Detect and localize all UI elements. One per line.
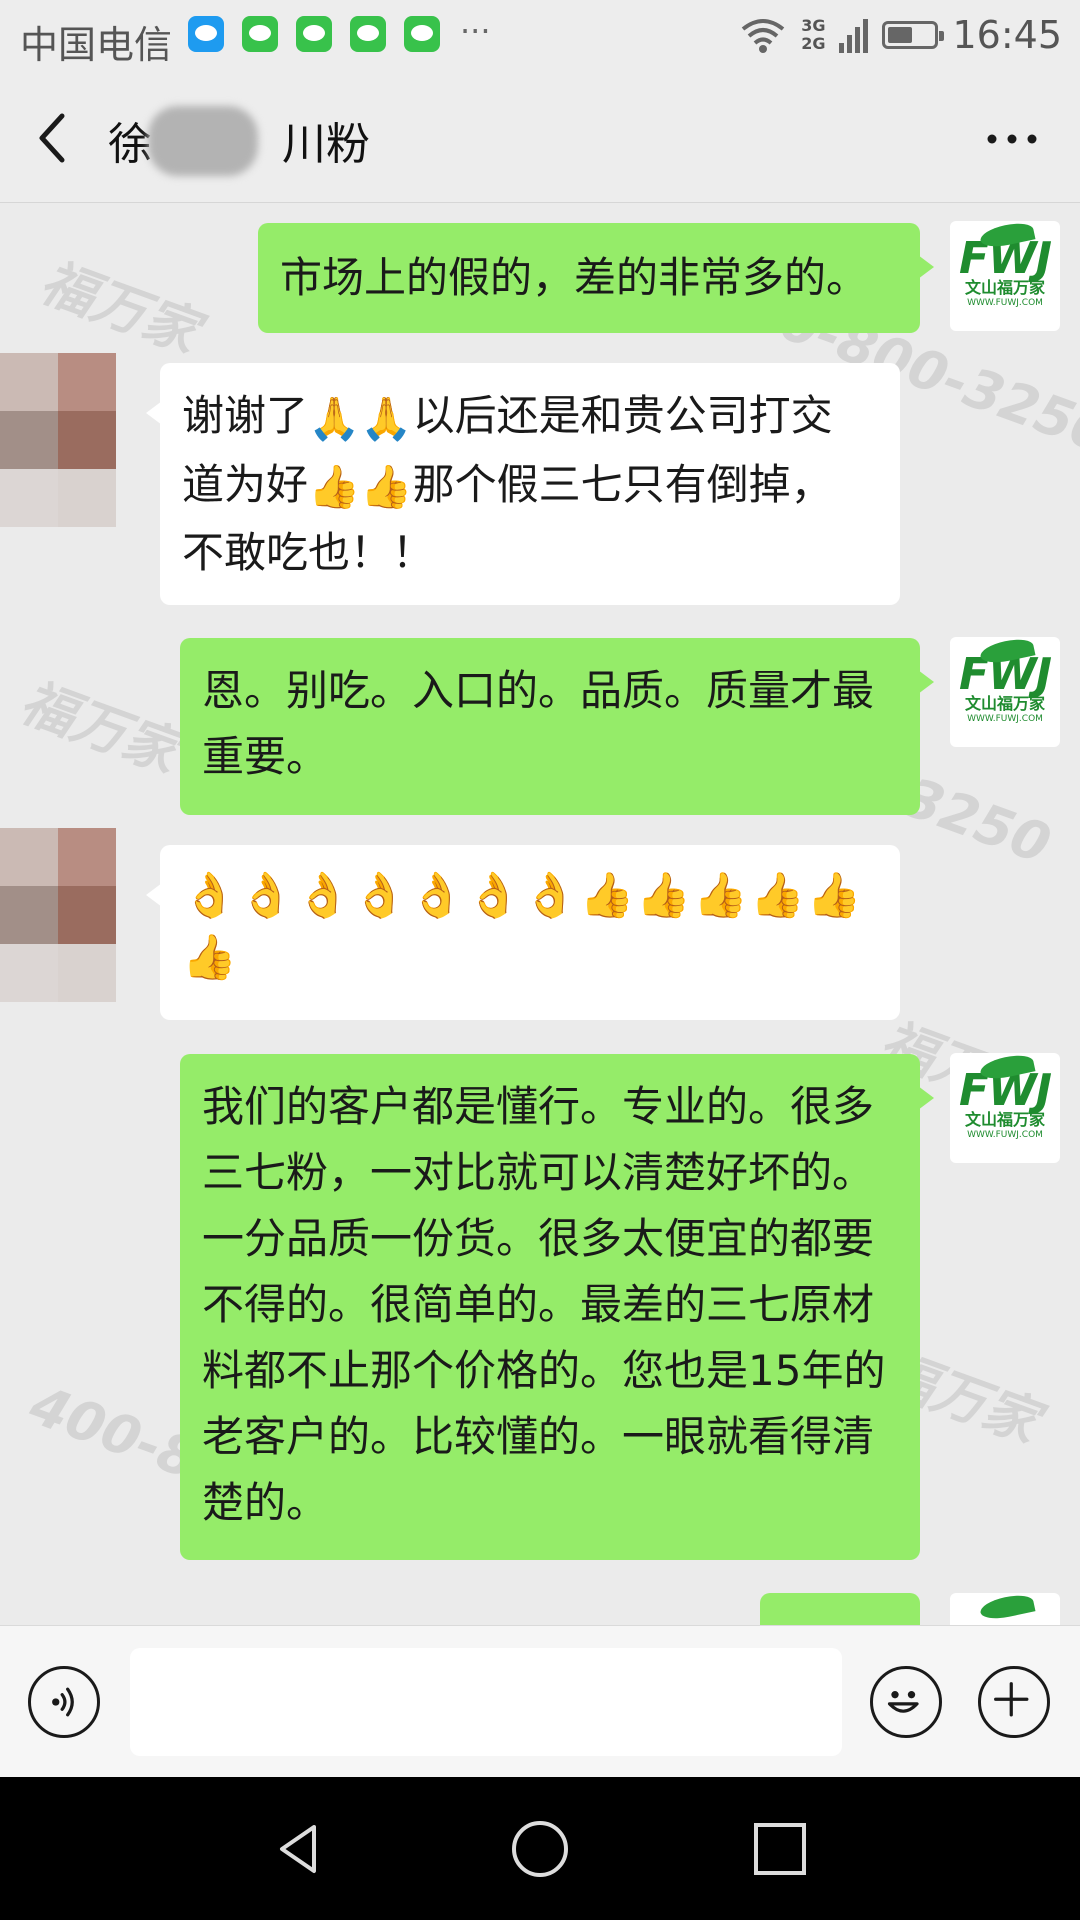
message-bubble-received[interactable]: 👌👌👌👌👌👌👌👍👍👍👍👍👍 xyxy=(146,845,900,1020)
message-text: 市场上的假的，差的非常多的。 xyxy=(280,253,869,302)
thumbs-up-emoji-icon: 👍 xyxy=(636,870,694,921)
thumbs-up-emoji-icon: 👍👍 xyxy=(308,462,413,511)
message-text: 我们的客户都是懂行。专业的。很多三七粉，一对比就可以清楚好坏的。一分品质一份货。… xyxy=(202,1082,886,1527)
my-avatar[interactable]: FWJ 文山福万家 WWW.FUWJ.COM xyxy=(950,219,1060,331)
message-bubble-received[interactable]: 谢谢了🙏🙏以后还是和贵公司打交 道为好👍👍那个假三七只有倒掉， 不敢吃也！！ xyxy=(146,363,900,605)
voice-icon xyxy=(52,1687,74,1717)
emoji-button[interactable] xyxy=(870,1666,942,1738)
pray-emoji-icon: 🙏🙏 xyxy=(308,393,413,443)
thumbs-up-emoji-icon: 👍 xyxy=(693,870,750,921)
status-bar: 中国电信 ··· 3G 2G 16:45 xyxy=(0,0,1080,72)
my-avatar[interactable] xyxy=(950,1591,1060,1625)
my-avatar[interactable]: FWJ 文山福万家 WWW.FUWJ.COM xyxy=(950,1051,1060,1163)
plus-icon xyxy=(994,1682,1029,1717)
message-bubble-sent[interactable] xyxy=(760,1593,920,1625)
thumbs-up-emoji-icon: 👍 xyxy=(579,870,637,921)
wechat-notification-icon xyxy=(296,16,332,52)
emoji-message: 👌👌👌👌👌👌👌👍👍👍👍👍👍 xyxy=(182,865,878,989)
wifi-icon xyxy=(741,19,785,53)
more-notifications-icon: ··· xyxy=(460,12,491,50)
battery-icon xyxy=(882,21,945,49)
message-text: 谢谢了🙏🙏以后还是和贵公司打交 道为好👍👍那个假三七只有倒掉， 不敢吃也！！ xyxy=(182,383,878,586)
voice-input-button[interactable] xyxy=(28,1666,100,1738)
message-notification-icon xyxy=(188,16,224,52)
redacted-name-blur xyxy=(148,106,258,176)
nav-home-icon[interactable] xyxy=(508,1817,572,1881)
message-text: 恩。别吃。入口的。品质。质量才最重要。 xyxy=(202,666,875,781)
ok-hand-emoji-icon: 👌 xyxy=(182,870,239,921)
nav-back-icon[interactable] xyxy=(268,1817,332,1881)
smiley-icon xyxy=(887,1691,919,1713)
system-navigation-bar xyxy=(0,1777,1080,1920)
message-bubble-sent[interactable]: 市场上的假的，差的非常多的。 xyxy=(258,223,934,333)
chat-header: 徐 川粉 xyxy=(0,72,1080,203)
watermark: 福万家 xyxy=(12,669,187,785)
message-list[interactable]: 福万家 400-800-3250 福万家 400-800-3250 福万家 40… xyxy=(0,203,1080,1625)
ok-hand-emoji-icon: 👌 xyxy=(238,870,296,921)
contact-avatar[interactable] xyxy=(0,828,116,1008)
thumbs-up-emoji-icon: 👍 xyxy=(182,932,239,983)
thumbs-up-emoji-icon: 👍 xyxy=(806,870,864,921)
ok-hand-emoji-icon: 👌 xyxy=(295,870,353,921)
contact-avatar[interactable] xyxy=(0,353,116,533)
ok-hand-emoji-icon: 👌 xyxy=(522,870,580,921)
thumbs-up-emoji-icon: 👍 xyxy=(749,870,807,921)
my-avatar[interactable]: FWJ 文山福万家 WWW.FUWJ.COM xyxy=(950,635,1060,747)
message-bubble-sent[interactable]: 恩。别吃。入口的。品质。质量才最重要。 xyxy=(180,638,934,815)
network-type-label: 3G 2G xyxy=(801,16,826,53)
ok-hand-emoji-icon: 👌 xyxy=(465,870,523,921)
ok-hand-emoji-icon: 👌 xyxy=(409,870,466,921)
input-bar xyxy=(0,1625,1080,1778)
ok-hand-emoji-icon: 👌 xyxy=(352,870,410,921)
wechat-notification-icon xyxy=(242,16,278,52)
more-options-icon[interactable] xyxy=(984,124,1040,154)
nav-recents-icon[interactable] xyxy=(748,1817,812,1881)
chat-title-end: 川粉 xyxy=(282,119,370,170)
message-input[interactable] xyxy=(130,1648,842,1756)
chat-title-start: 徐 xyxy=(108,119,152,170)
wechat-notification-icon xyxy=(404,16,440,52)
message-bubble-sent[interactable]: 我们的客户都是懂行。专业的。很多三七粉，一对比就可以清楚好坏的。一分品质一份货。… xyxy=(180,1054,934,1560)
more-functions-button[interactable] xyxy=(978,1666,1050,1738)
clock: 16:45 xyxy=(952,13,1062,57)
signal-icon xyxy=(839,17,869,53)
carrier-label: 中国电信 xyxy=(20,23,173,67)
wechat-notification-icon xyxy=(350,16,386,52)
back-arrow-icon[interactable] xyxy=(30,108,80,168)
watermark: 福万家 xyxy=(32,249,207,365)
